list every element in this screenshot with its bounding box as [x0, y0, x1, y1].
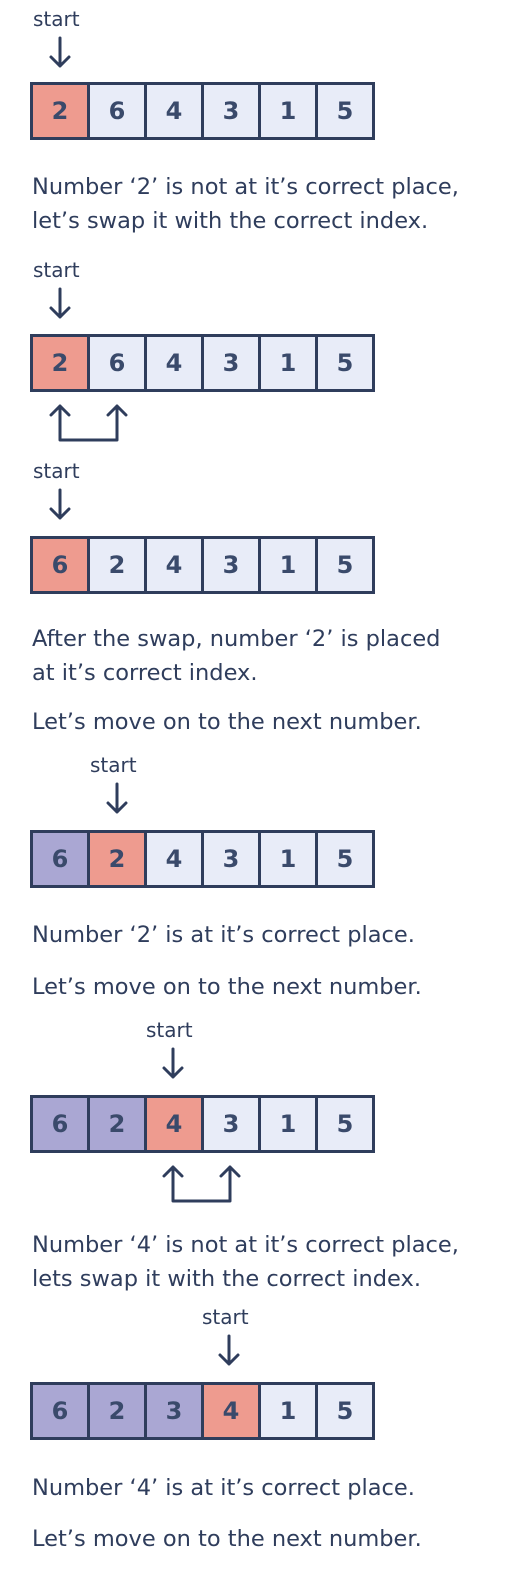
- array-cell: 3: [204, 85, 258, 137]
- array-cell: 1: [261, 539, 315, 591]
- array-cell: 5: [318, 833, 372, 885]
- explanation-text: Number ‘4’ is not at it’s correct place,…: [32, 1232, 459, 1292]
- array-cell: 2: [90, 1385, 144, 1437]
- array-cell: 2: [90, 1098, 144, 1150]
- array-cell: 4: [204, 1385, 258, 1437]
- array-cell: 6: [33, 1385, 87, 1437]
- start-label: start: [202, 1305, 249, 1329]
- array-cell: 5: [318, 539, 372, 591]
- explanation-text: Let’s move on to the next number.: [32, 709, 422, 735]
- array-cell: 1: [261, 85, 315, 137]
- array-step-6: 623415: [30, 1382, 375, 1440]
- array-cell: 2: [33, 337, 87, 389]
- start-label: start: [90, 753, 137, 777]
- array-cell: 1: [261, 1385, 315, 1437]
- explanation-text: Number ‘2’ is not at it’s correct place,…: [32, 174, 459, 234]
- start-label: start: [33, 459, 80, 483]
- down-arrow-icon: [49, 287, 71, 319]
- array-cell: 4: [147, 833, 201, 885]
- start-label: start: [33, 7, 80, 31]
- down-arrow-icon: [49, 488, 71, 520]
- swap-arrow-icon: [162, 1165, 241, 1203]
- array-step-1: 264315: [30, 82, 375, 140]
- array-cell: 2: [90, 833, 144, 885]
- array-cell: 6: [90, 85, 144, 137]
- array-cell: 5: [318, 1385, 372, 1437]
- array-cell: 5: [318, 1098, 372, 1150]
- array-cell: 6: [33, 1098, 87, 1150]
- array-step-4: 624315: [30, 830, 375, 888]
- array-cell: 5: [318, 85, 372, 137]
- array-cell: 3: [204, 1098, 258, 1150]
- array-cell: 2: [90, 539, 144, 591]
- explanation-text: Let’s move on to the next number.: [32, 1526, 422, 1552]
- array-step-3: 624315: [30, 536, 375, 594]
- array-cell: 3: [204, 833, 258, 885]
- explanation-text: Number ‘4’ is at it’s correct place.: [32, 1475, 415, 1501]
- array-cell: 2: [33, 85, 87, 137]
- array-cell: 3: [147, 1385, 201, 1437]
- explanation-text: Number ‘2’ is at it’s correct place.: [32, 922, 415, 948]
- array-cell: 1: [261, 337, 315, 389]
- array-cell: 4: [147, 337, 201, 389]
- array-cell: 4: [147, 85, 201, 137]
- array-cell: 3: [204, 337, 258, 389]
- array-cell: 4: [147, 1098, 201, 1150]
- array-cell: 6: [33, 539, 87, 591]
- down-arrow-icon: [218, 1334, 240, 1366]
- array-cell: 4: [147, 539, 201, 591]
- array-step-5: 624315: [30, 1095, 375, 1153]
- array-cell: 5: [318, 337, 372, 389]
- array-cell: 6: [33, 833, 87, 885]
- down-arrow-icon: [106, 782, 128, 814]
- array-cell: 3: [204, 539, 258, 591]
- start-label: start: [33, 258, 80, 282]
- down-arrow-icon: [162, 1047, 184, 1079]
- down-arrow-icon: [49, 36, 71, 68]
- explanation-text: After the swap, number ‘2’ is placed at …: [32, 626, 441, 686]
- array-cell: 1: [261, 1098, 315, 1150]
- array-cell: 1: [261, 833, 315, 885]
- swap-arrow-icon: [49, 404, 128, 442]
- array-step-2: 264315: [30, 334, 375, 392]
- array-cell: 6: [90, 337, 144, 389]
- start-label: start: [146, 1018, 193, 1042]
- explanation-text: Let’s move on to the next number.: [32, 974, 422, 1000]
